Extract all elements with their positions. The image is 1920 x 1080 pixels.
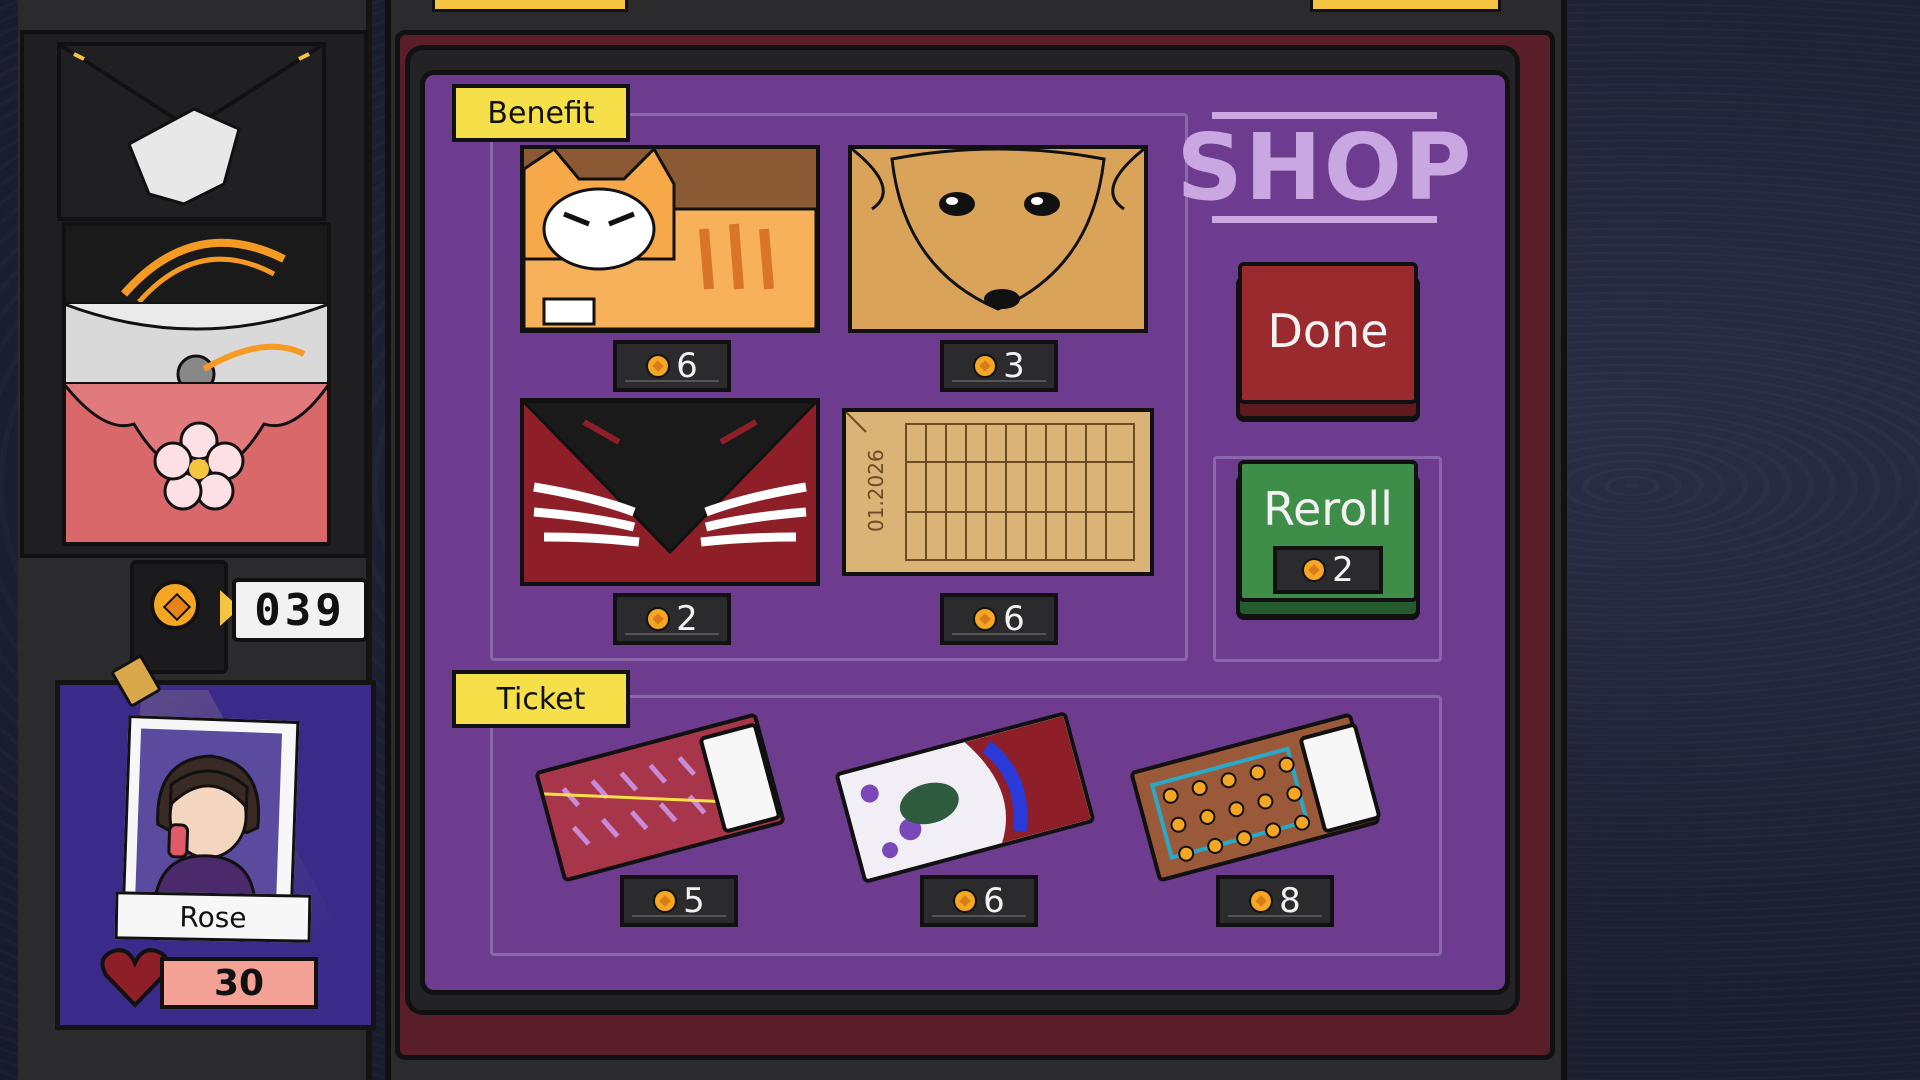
top-tab-left <box>432 0 628 12</box>
reroll-price: 2 <box>1273 546 1383 594</box>
coin-icon <box>973 607 998 631</box>
character-name: Rose <box>114 891 312 943</box>
envelope-stack-icon <box>57 42 331 546</box>
benefit-card-calendar[interactable]: 01.2026 <box>842 408 1154 576</box>
coin-icon <box>953 889 978 913</box>
ticket-price-scissors: 5 <box>620 875 738 927</box>
benefit-price-dog: 3 <box>940 340 1058 392</box>
ticket-label: Ticket <box>452 670 630 728</box>
coin-icon <box>1302 558 1327 582</box>
health-value: 30 <box>160 957 318 1009</box>
done-label: Done <box>1267 304 1389 358</box>
benefit-price-fox: 2 <box>613 593 731 645</box>
dog-icon <box>852 149 1144 329</box>
coin-icon <box>973 354 998 378</box>
price-value: 2 <box>676 599 698 639</box>
price-value: 2 <box>1332 550 1354 590</box>
coin-icon <box>150 580 200 630</box>
coin-icon <box>646 354 671 378</box>
price-value: 8 <box>1279 881 1301 921</box>
fox-icon <box>524 402 816 582</box>
benefit-card-dog[interactable] <box>848 145 1148 333</box>
ticket-price-paint: 6 <box>920 875 1038 927</box>
benefit-price-cat: 6 <box>613 340 731 392</box>
price-value: 6 <box>676 346 698 386</box>
benefit-label: Benefit <box>452 84 630 142</box>
benefit-card-fox[interactable] <box>520 398 820 586</box>
coin-icon <box>1249 889 1274 913</box>
top-tab-right <box>1310 0 1501 12</box>
title-underline-bottom <box>1212 216 1437 223</box>
shop-title: SHOP <box>1176 113 1474 221</box>
price-value: 5 <box>683 881 705 921</box>
avatar <box>153 754 261 904</box>
benefit-card-cat[interactable] <box>520 145 820 333</box>
price-value: 3 <box>1003 346 1025 386</box>
coin-icon <box>646 607 671 631</box>
reroll-label: Reroll <box>1263 482 1393 536</box>
reroll-button[interactable]: Reroll 2 <box>1238 460 1418 602</box>
price-value: 6 <box>983 881 1005 921</box>
calendar-date: 01.2026 <box>864 449 888 532</box>
benefit-price-calendar: 6 <box>940 593 1058 645</box>
calendar-icon <box>846 412 1150 572</box>
coin-icon <box>653 889 678 913</box>
ticket-price-coin: 8 <box>1216 875 1334 927</box>
price-value: 6 <box>1003 599 1025 639</box>
cat-icon <box>524 149 816 329</box>
coin-counter: 039 <box>232 578 368 642</box>
envelope-deck <box>20 30 368 558</box>
done-button[interactable]: Done <box>1238 262 1418 404</box>
